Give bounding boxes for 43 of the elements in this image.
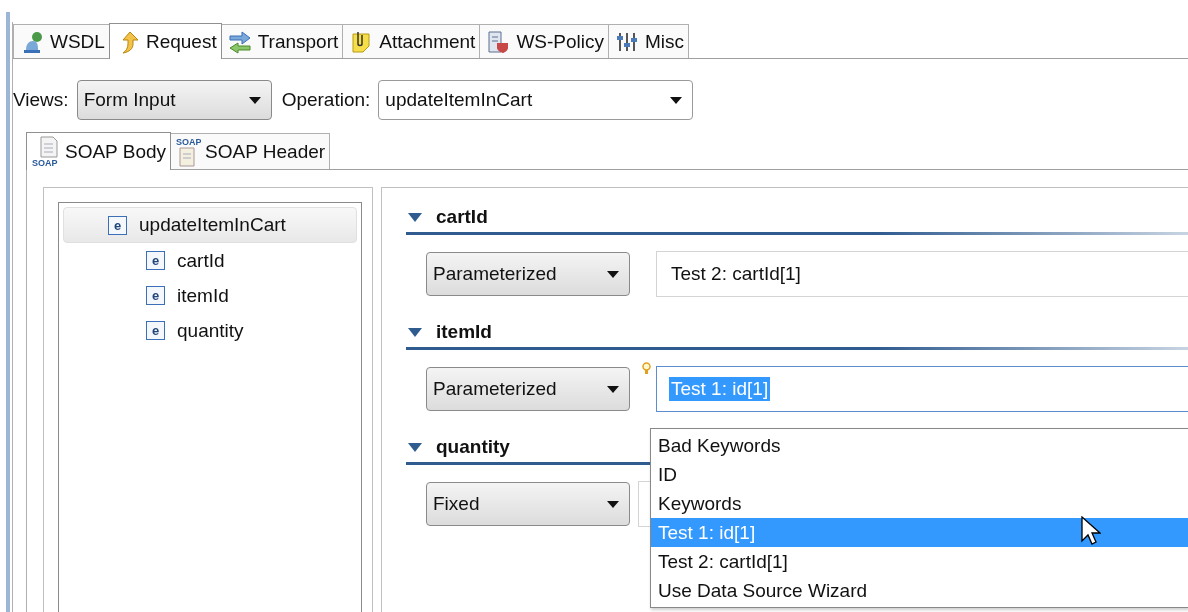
section-title: quantity xyxy=(436,436,510,458)
suggestion-item[interactable]: ID xyxy=(651,460,1188,489)
expanded-triangle-icon[interactable] xyxy=(408,212,422,222)
tab[interactable]: WSDL xyxy=(13,24,109,58)
views-dropdown[interactable]: Form Input xyxy=(76,80,272,120)
tab[interactable]: SOAP SOAP Body xyxy=(26,132,172,170)
element-icon: e xyxy=(108,215,127,235)
caret-icon xyxy=(670,96,683,104)
suggestion-item[interactable]: Keywords xyxy=(651,489,1188,518)
element-icon: e xyxy=(146,251,165,270)
suggestion-item[interactable]: Test 2: cartId[1] xyxy=(651,547,1188,576)
document-shield-icon xyxy=(486,29,511,54)
expanded-triangle-icon[interactable] xyxy=(408,442,422,452)
mode-dropdown[interactable]: Parameterized xyxy=(426,367,630,411)
tree-item[interactable]: e itemId xyxy=(63,278,357,313)
caret-icon xyxy=(607,500,619,508)
views-label: Views: xyxy=(13,89,69,111)
section-title: itemId xyxy=(436,321,492,343)
arrows-icon xyxy=(227,29,252,54)
caret-icon xyxy=(607,385,619,393)
lightbulb-icon xyxy=(642,362,651,376)
tab[interactable]: Request xyxy=(108,23,222,59)
tab[interactable]: Misc xyxy=(608,24,690,58)
tab[interactable]: Transport xyxy=(221,24,343,58)
value-field[interactable]: Test 2: cartId[1] xyxy=(656,251,1188,297)
tab[interactable]: WS-Policy xyxy=(479,24,609,58)
suggestion-item[interactable]: Use Data Source Wizard xyxy=(651,576,1188,605)
mode-dropdown[interactable]: Fixed xyxy=(426,482,630,526)
tab[interactable]: Attachment xyxy=(342,24,480,58)
mode-dropdown[interactable]: Parameterized xyxy=(426,252,630,296)
section-title: cartId xyxy=(436,206,488,228)
tree-item[interactable]: e updateItemInCart xyxy=(63,207,357,243)
operation-dropdown[interactable]: updateItemInCart xyxy=(378,80,694,120)
expanded-triangle-icon[interactable] xyxy=(408,327,422,337)
operation-label: Operation: xyxy=(281,89,371,111)
caret-icon xyxy=(248,96,261,104)
element-icon: e xyxy=(146,286,165,305)
tree-item[interactable]: e quantity xyxy=(63,313,357,348)
element-icon: e xyxy=(146,321,165,340)
tree-item[interactable]: e cartId xyxy=(63,243,357,278)
suggestion-item[interactable]: Bad Keywords xyxy=(651,431,1188,460)
mouse-pointer-icon xyxy=(1081,516,1101,546)
caret-icon xyxy=(607,270,619,278)
